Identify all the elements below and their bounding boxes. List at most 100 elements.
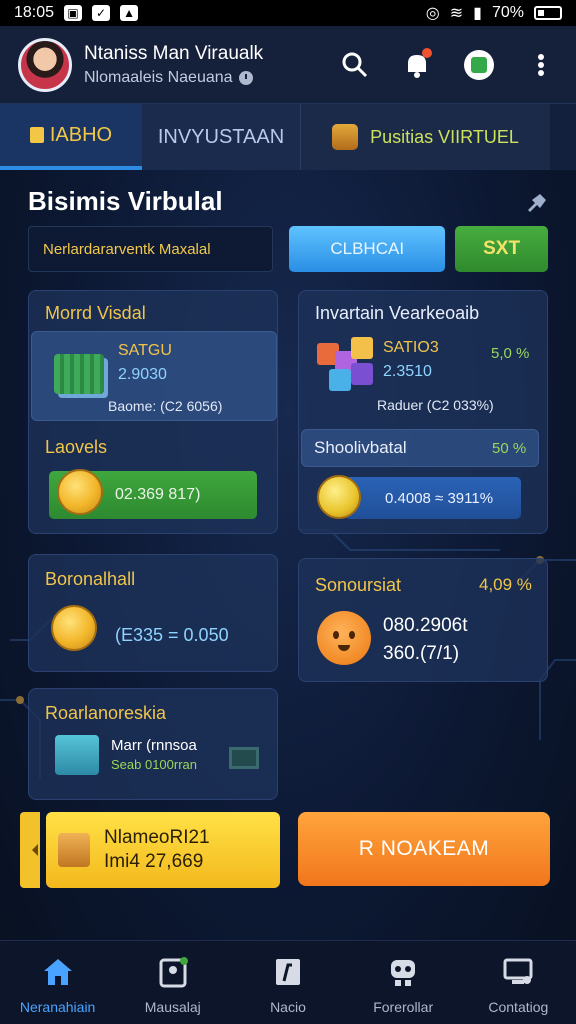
gold-coin-icon bbox=[51, 605, 97, 651]
card-title: Invartain Vearkeoaib bbox=[315, 303, 480, 323]
tab-bar: IABHO INVYUSTAAN Pusitias VIIRTUEL bbox=[0, 104, 576, 170]
check-notification-icon: ✓ bbox=[92, 5, 111, 21]
levels-title: Laovels bbox=[45, 437, 108, 457]
avatar[interactable] bbox=[18, 37, 72, 92]
bottom-navigation: Neranahiain Mausalaj Nacio Forerollar Co… bbox=[0, 940, 576, 1024]
stat-note: Baome: (C2 6056) bbox=[108, 398, 223, 414]
signal-icon: ▮ bbox=[473, 5, 482, 22]
image-notification-icon: ▣ bbox=[64, 5, 83, 21]
user-name: Ntaniss Man Viraualk bbox=[84, 42, 264, 64]
emoji-face-icon bbox=[317, 611, 371, 665]
card-title: Morrd Visdal bbox=[45, 303, 146, 323]
money-visual-card[interactable]: Morrd Visdal SATGU 2.9030 Baome: (C2 605… bbox=[28, 290, 278, 534]
blocks-icon bbox=[317, 337, 379, 393]
nav-label: Nacio bbox=[270, 999, 306, 1015]
tab-label: Pusitias VIIRTUEL bbox=[370, 126, 519, 147]
nav-label: Forerollar bbox=[373, 999, 434, 1015]
tab-label: IABHO bbox=[49, 123, 113, 146]
stat-note: Raduer (C2 033%) bbox=[377, 397, 494, 413]
page-title: Bisimis Virbulal bbox=[28, 186, 223, 216]
tab-label: INVYUSTAAN bbox=[157, 125, 285, 148]
document-icon bbox=[271, 955, 305, 989]
chart-screen-icon bbox=[229, 747, 259, 769]
clover-icon bbox=[464, 49, 494, 80]
earnings-value: (E335 = 0.050 bbox=[115, 625, 229, 645]
rewards-button[interactable] bbox=[462, 48, 496, 82]
stat-label: SATIO3 bbox=[383, 339, 439, 356]
gold-coin-icon bbox=[57, 469, 103, 515]
app-bar: Ntaniss Man Viraualk Nlomaaleis Naeuana bbox=[0, 26, 576, 104]
money-stat-box: SATGU 2.9030 Baome: (C2 6056) bbox=[31, 331, 277, 421]
card-line1: Marr (rnnsoa bbox=[111, 737, 197, 754]
nav-label: Contatiog bbox=[488, 999, 549, 1015]
card-title: Boronalhall bbox=[45, 569, 136, 589]
shopping-header: Shoolivbatal 50 % bbox=[301, 429, 539, 467]
roarlanoreskia-card[interactable]: Roarlanoreskia Marr (rnnsoa Seab 0100rra… bbox=[28, 688, 278, 800]
stat-label: SATGU bbox=[118, 342, 172, 359]
tab-iabho[interactable]: IABHO bbox=[0, 104, 142, 170]
claim-line2: Imi4 27,669 bbox=[104, 851, 204, 872]
category-select[interactable]: Nerlardararventk Maxalal bbox=[28, 226, 274, 272]
stat-value: 2.9030 bbox=[118, 366, 167, 383]
tab-badge-icon bbox=[29, 127, 44, 143]
shopping-value: 0.4008 ≈ 3911% bbox=[385, 489, 494, 507]
status-time: 18:05 bbox=[14, 4, 55, 21]
earnings-card[interactable]: Boronalhall (E335 = 0.050 bbox=[28, 554, 278, 672]
user-subtitle-row: Nlomaaleis Naeuana bbox=[84, 69, 338, 87]
investment-card[interactable]: Invartain Vearkeoaib SATIO3 2.3510 5,0 %… bbox=[298, 290, 548, 534]
status-bar: 18:05 ▣ ✓ ▲ ◎ ≋ ▮ 70% bbox=[0, 0, 576, 26]
user-badge-icon bbox=[156, 955, 190, 989]
battery-icon bbox=[534, 6, 562, 20]
nav-profile[interactable]: Mausalaj bbox=[118, 955, 228, 1015]
nav-contact[interactable]: Contatiog bbox=[463, 955, 573, 1015]
more-vertical-icon bbox=[538, 53, 544, 76]
shopping-percent: 50 % bbox=[492, 440, 527, 457]
search-submit-button[interactable]: CLBHCAI bbox=[289, 226, 446, 272]
search-button[interactable] bbox=[338, 48, 372, 82]
search-icon bbox=[342, 52, 368, 77]
levels-value: 02.369 817) bbox=[115, 486, 201, 503]
card-value-line2: 360.(7/1) bbox=[383, 643, 460, 664]
user-info: Ntaniss Man Viraualk Nlomaaleis Naeuana bbox=[84, 43, 338, 87]
alarm-icon: ◎ bbox=[425, 5, 440, 22]
collapse-handle[interactable] bbox=[20, 812, 40, 888]
card-title: Roarlanoreskia bbox=[45, 703, 167, 723]
gift-box-icon bbox=[55, 735, 99, 775]
user-subtitle: Nlomaaleis Naeuana bbox=[84, 68, 233, 86]
shopping-title: Shoolivbatal bbox=[314, 438, 407, 457]
set-button[interactable]: SXT bbox=[455, 226, 548, 272]
tab-investaan[interactable]: INVYUSTAAN bbox=[142, 104, 300, 170]
wifi-icon: ≋ bbox=[449, 5, 464, 22]
card-value-line1: 080.2906t bbox=[383, 615, 468, 636]
package-icon bbox=[58, 833, 90, 867]
more-options-button[interactable] bbox=[524, 48, 558, 82]
stat-value: 2.3510 bbox=[383, 363, 432, 380]
tab-virtual[interactable]: Pusitias VIIRTUEL bbox=[300, 104, 550, 170]
claim-line1: NlameoRI21 bbox=[104, 827, 210, 848]
card-percent: 4,09 % bbox=[479, 575, 532, 594]
robot-icon bbox=[386, 955, 420, 989]
money-stack-icon bbox=[54, 354, 104, 394]
nav-label: Mausalaj bbox=[144, 999, 201, 1015]
notification-badge bbox=[422, 47, 432, 58]
filter-row: Nerlardararventk Maxalal CLBHCAI SXT bbox=[28, 226, 548, 272]
sonoursiat-card[interactable]: Sonoursiat 4,09 % 080.2906t 360.(7/1) bbox=[298, 558, 548, 682]
pin-icon[interactable] bbox=[526, 192, 548, 212]
claim-button[interactable]: NlameoRI21 Imi4 27,669 bbox=[46, 812, 280, 888]
nav-controller[interactable]: Forerollar bbox=[348, 955, 458, 1015]
nav-label: Neranahiain bbox=[19, 999, 96, 1015]
treasure-icon bbox=[332, 124, 359, 150]
clock-icon bbox=[238, 70, 253, 85]
coin-icon bbox=[317, 475, 361, 519]
action-button[interactable]: R NOAKEAM bbox=[298, 812, 550, 886]
claim-text: NlameoRI21 Imi4 27,669 bbox=[104, 826, 210, 874]
gallery-notification-icon: ▲ bbox=[120, 5, 139, 21]
nav-documents[interactable]: Nacio bbox=[233, 955, 343, 1015]
card-line2: Seab 0100rran bbox=[111, 757, 198, 772]
shopping-progress-bar[interactable]: 0.4008 ≈ 3911% bbox=[345, 477, 521, 519]
stat-percent: 5,0 % bbox=[491, 345, 530, 362]
battery-percent: 70% bbox=[491, 4, 524, 21]
card-title: Sonoursiat bbox=[315, 575, 402, 595]
notifications-button[interactable] bbox=[400, 47, 434, 82]
nav-home[interactable]: Neranahiain bbox=[3, 955, 113, 1015]
